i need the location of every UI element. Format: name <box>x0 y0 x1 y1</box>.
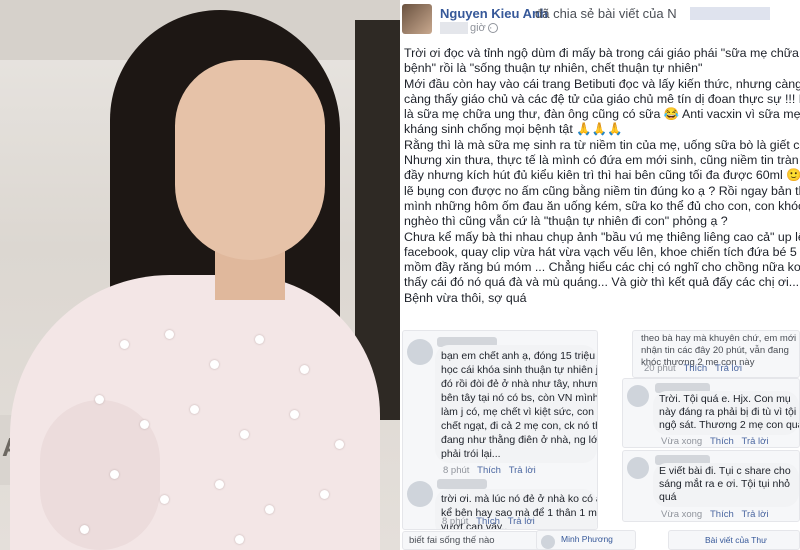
reply-link[interactable]: Trả lời <box>742 436 769 447</box>
text-line: kháng sinh chống mọi bệnh tật 🙏🙏🙏 <box>404 122 623 137</box>
pearl-bead <box>80 525 89 534</box>
redacted-time <box>440 22 468 34</box>
commenter-avatar <box>627 457 649 479</box>
commenter-name[interactable]: Minh Phương <box>561 534 613 544</box>
text-line: theo bà hay mà khuyên chứ, em mới <box>641 333 797 344</box>
text-line: đó rồi đòi đẻ ở nhà như tây, nhưng <box>441 378 598 390</box>
text-line: nghèo thì cũng vẫn cứ là "thuận tự nhiên… <box>404 214 728 229</box>
facebook-post: Nguyen Kieu Anh đã chia sẻ bài viết của … <box>400 0 800 550</box>
text-line: Mới đầu còn hay vào cái trang Betibuti đ… <box>404 76 800 91</box>
post-header: Nguyen Kieu Anh đã chia sẻ bài viết của … <box>400 0 800 44</box>
commenter-avatar <box>541 535 555 549</box>
comment-meta: Vừa xong Thích Trả lời <box>661 509 769 520</box>
reply-link[interactable]: Trả lời <box>742 509 769 520</box>
pearl-bead <box>255 335 264 344</box>
reply-link[interactable]: Trả lời <box>508 516 535 527</box>
text-line: phải trói lại... <box>441 448 501 460</box>
reply-bubble: E viết bài đi. Tụi c share cho sáng mắt r… <box>653 463 799 507</box>
redacted-name <box>690 7 770 20</box>
text-line: này đáng ra phải bị đi tù vì tội <box>659 406 797 418</box>
comment-meta: Vừa xong Thích Trả lời <box>661 436 769 447</box>
text-line: Nhưng xin thưa, thực tế là mình có đứa e… <box>404 153 800 168</box>
like-link[interactable]: Thích <box>477 465 501 476</box>
bottom-comment-strip: Minh Phương <box>536 530 636 550</box>
reply-screenshot-middle: Trời. Tội quá e. Hjx. Con mụ này đáng ra … <box>622 378 800 448</box>
globe-icon <box>488 23 498 33</box>
comment-meta: 8 phút Thích Trả lời <box>443 465 536 476</box>
text-line: thấy cái đó nó quá đà và mù quáng... Và … <box>404 275 800 290</box>
comment-screenshot-left: bạn em chết anh ạ, đóng 15 triệu học cái … <box>402 330 598 530</box>
text-line: bạn em chết anh ạ, đóng 15 triệu <box>441 350 596 362</box>
text-line: nhận tin các đây 20 phút, vẫn đang <box>641 345 789 356</box>
pearl-bead <box>240 430 249 439</box>
text-line: chết ngạt, đi cả 2 mẹ con, ck nó thì <box>441 420 598 432</box>
post-link[interactable]: Bài viết của Thư <box>705 535 767 545</box>
commenter-avatar <box>407 339 433 365</box>
reply-bubble: Trời. Tội quá e. Hjx. Con mụ này đáng ra … <box>653 391 799 435</box>
reply-link[interactable]: Trả lời <box>509 465 536 476</box>
text-line: mình những hôm ốm đau ăn uống kém, sữa k… <box>404 198 800 213</box>
text-line: bên tây tại nó có bs, còn VN mình <box>441 392 598 404</box>
like-link[interactable]: Thích <box>683 363 707 374</box>
text-line: Bệnh vừa thôi, sợ quá <box>404 290 527 305</box>
text-line: bệnh" rồi là "sống thuận tự nhiên, chết … <box>404 61 703 76</box>
text-line: học cái khóa sinh thuận tự nhiên j <box>441 364 598 376</box>
comment-meta: 8 phút Thích Trả lời <box>442 516 535 527</box>
post-body: Trời ơi đọc và tỉnh ngộ dùm đi mấy bà tr… <box>404 46 800 306</box>
pearl-bead <box>290 410 299 419</box>
comment-screenshot-footer: biết fai sống thế nào <box>402 531 552 550</box>
text-line: Rằng thì là mà sữa mẹ sinh ra từ niềm ti… <box>404 137 800 152</box>
text-line: trời ơi. mà lúc nó đẻ ở nhà ko có ai <box>441 493 598 505</box>
face <box>175 60 325 260</box>
reply-link[interactable]: Trả lời <box>715 363 742 374</box>
profile-photo: ATI <box>0 0 400 550</box>
like-link[interactable]: Thích <box>710 509 734 520</box>
pearl-bead <box>300 365 309 374</box>
pearl-bead <box>110 470 119 479</box>
text-line: E viết bài đi. Tụi c share cho <box>659 465 791 477</box>
pearl-bead <box>265 505 274 514</box>
like-link[interactable]: Thích <box>476 516 500 527</box>
text-line: đầy nhưng kích hút đủ kiểu kiên trì thì … <box>404 168 800 183</box>
text-line: là sữa mẹ chữa ung thư, đàn ông cũng có … <box>404 107 800 122</box>
pearl-bead <box>95 395 104 404</box>
text-line: làm j có, mẹ chết vì kiệt sức, con <box>441 406 594 418</box>
author-avatar[interactable] <box>402 4 432 34</box>
text-line: sáng mắt ra e ơi. Tội tụi nhỏ <box>659 478 791 490</box>
text-line: ngộ sát. Thương 2 mẹ con quá <box>659 419 800 431</box>
text-line: càng thấy giáo chủ và các đệ tử của giáo… <box>404 91 800 106</box>
pearl-bead <box>235 535 244 544</box>
text-line: Trời ơi đọc và tỉnh ngộ dùm đi mấy bà tr… <box>404 46 800 60</box>
commenter-avatar <box>627 385 649 407</box>
commenter-avatar <box>407 481 433 507</box>
text-line: đang như thằng điên ở nhà, ng lớn <box>441 434 598 446</box>
pearl-bead <box>120 340 129 349</box>
comment-meta: 20 phút Thích Trả lời <box>644 363 742 374</box>
pearl-bead <box>190 405 199 414</box>
pearl-bead <box>210 360 219 369</box>
text-line: Trời. Tội quá e. Hjx. Con mụ <box>659 393 791 405</box>
text-line: quá <box>659 491 677 503</box>
footer-text: biết fai sống thế nào <box>409 535 495 546</box>
redacted-commenter-name <box>437 479 487 489</box>
pearl-bead <box>140 420 149 429</box>
pearl-bead <box>335 440 344 449</box>
pearl-bead <box>320 490 329 499</box>
text-line: facebook, quay clip vừa hát vừa vạch vếu… <box>404 244 800 259</box>
pearl-bead <box>165 330 174 339</box>
reply-screenshot-lower: E viết bài đi. Tụi c share cho sáng mắt r… <box>622 450 800 522</box>
shared-post-text: đã chia sẻ bài viết của N <box>535 6 677 21</box>
author-name-link[interactable]: Nguyen Kieu Anh <box>440 6 548 21</box>
text-line: mồm đầy răng bú móm ... Chẳng hiểu các c… <box>404 260 800 275</box>
like-link[interactable]: Thích <box>710 436 734 447</box>
pearl-bead <box>160 495 169 504</box>
text-line: Chưa kể mấy bà thi nhau chụp ảnh "bầu vú… <box>404 229 800 244</box>
text-line: lẽ bụng con được no ấm cũng bằng niềm ti… <box>404 183 800 198</box>
comment-bubble: bạn em chết anh ạ, đóng 15 triệu học cái … <box>435 345 597 463</box>
bottom-link-strip: Bài viết của Thư <box>668 530 800 550</box>
pearl-bead <box>215 480 224 489</box>
